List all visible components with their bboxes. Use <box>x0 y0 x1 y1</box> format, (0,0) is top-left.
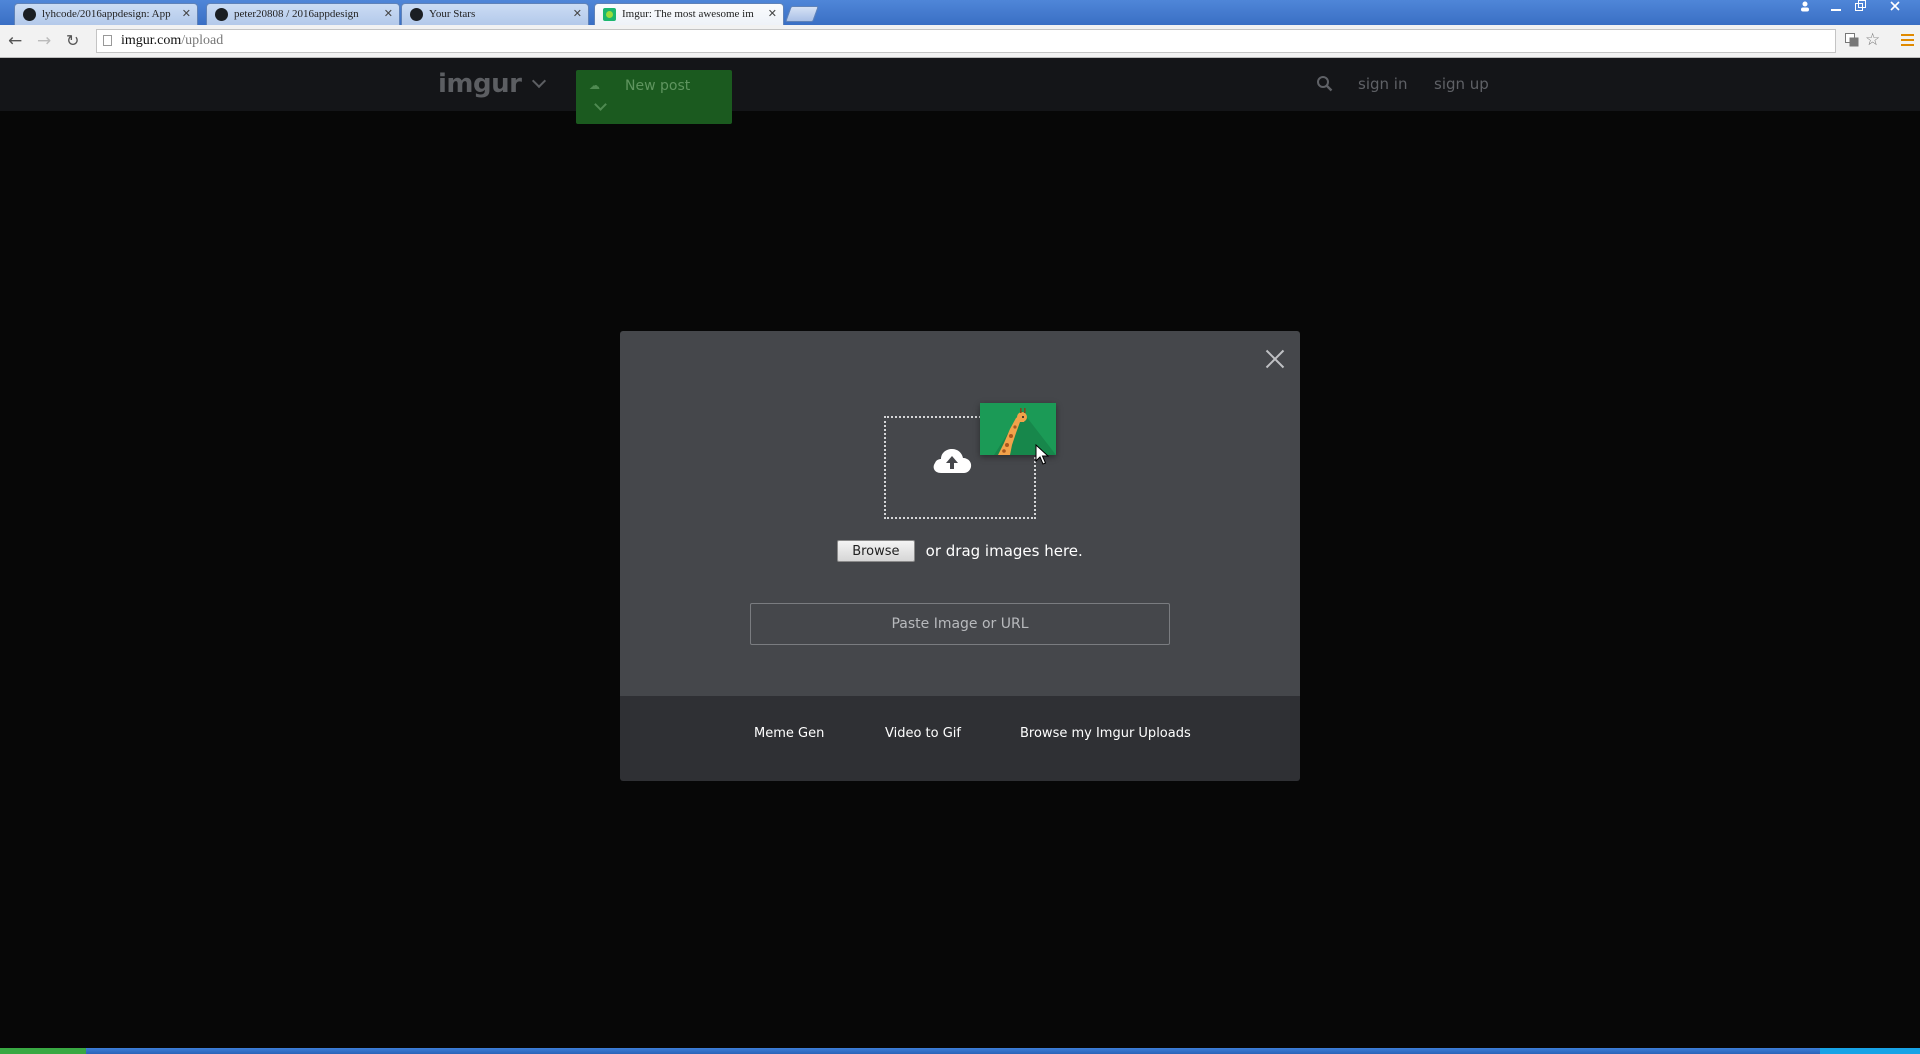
upload-modal-footer: Meme Gen Video to Gif Browse my Imgur Up… <box>620 696 1300 781</box>
system-tray <box>1820 1048 1920 1054</box>
start-button[interactable] <box>0 1048 86 1054</box>
upload-cloud-icon <box>933 449 972 473</box>
tab-close-icon[interactable]: ✕ <box>768 7 777 20</box>
meme-gen-link[interactable]: Meme Gen <box>754 726 824 741</box>
address-bar[interactable]: imgur.com/upload <box>96 29 1836 53</box>
tab-imgur[interactable]: Imgur: The most awesome im ✕ <box>594 3 784 25</box>
reload-icon[interactable]: ↻ <box>66 31 79 50</box>
tab-title: lyhcode/2016appdesign: App <box>42 8 171 20</box>
chrome-menu-icon[interactable] <box>1901 34 1914 46</box>
tab-close-icon[interactable]: ✕ <box>182 7 191 20</box>
new-post-label: New post <box>625 78 691 94</box>
search-icon[interactable] <box>1316 75 1333 92</box>
drag-hint-text: or drag images here. <box>925 542 1083 560</box>
tab-title: peter20808 / 2016appdesign <box>234 8 359 20</box>
tab-close-icon[interactable]: ✕ <box>573 7 582 20</box>
tab-title: Imgur: The most awesome im <box>622 8 754 20</box>
chevron-down-icon[interactable] <box>594 98 607 111</box>
sign-in-link[interactable]: sign in <box>1358 75 1407 93</box>
upload-cloud-icon: ☁ <box>589 79 600 92</box>
tab-your-stars[interactable]: Your Stars ✕ <box>401 3 589 25</box>
browse-uploads-link[interactable]: Browse my Imgur Uploads <box>1020 726 1191 741</box>
bookmark-star-icon[interactable]: ☆ <box>1865 30 1880 50</box>
tab-title: Your Stars <box>429 8 476 20</box>
video-to-gif-link[interactable]: Video to Gif <box>885 726 961 741</box>
upload-modal-body: Browse or drag images here. Paste Image … <box>620 331 1300 696</box>
new-tab-button[interactable] <box>785 6 819 22</box>
tab-peter-repo[interactable]: peter20808 / 2016appdesign ✕ <box>206 3 400 25</box>
new-post-button[interactable]: ☁ New post <box>576 70 732 124</box>
tab-lyhcode-repo[interactable]: lyhcode/2016appdesign: App ✕ <box>14 3 198 25</box>
github-icon <box>410 8 423 21</box>
translate-icon[interactable] <box>1845 33 1859 51</box>
upload-modal: Browse or drag images here. Paste Image … <box>620 331 1300 781</box>
imgur-logo[interactable]: imgur <box>438 69 522 99</box>
page-icon <box>103 35 112 46</box>
back-arrow-icon[interactable]: ← <box>8 31 22 51</box>
browse-row: Browse or drag images here. <box>620 540 1300 562</box>
close-icon[interactable] <box>1265 349 1285 369</box>
mouse-cursor-icon <box>1035 444 1049 465</box>
close-window-icon[interactable] <box>1884 0 1906 18</box>
address-url: imgur.com/upload <box>121 33 224 48</box>
browser-toolbar: ← → ↻ imgur.com/upload ☆ <box>0 25 1920 58</box>
browser-tabstrip: lyhcode/2016appdesign: App ✕ peter20808 … <box>0 0 1920 25</box>
user-profile-icon[interactable] <box>1795 0 1815 18</box>
forward-arrow-icon[interactable]: → <box>37 31 51 51</box>
imgur-icon <box>603 8 616 21</box>
minimize-window-icon[interactable] <box>1825 0 1847 18</box>
github-icon <box>23 8 36 21</box>
paste-url-input[interactable]: Paste Image or URL <box>750 603 1170 645</box>
restore-window-icon[interactable] <box>1849 0 1871 18</box>
browse-button[interactable]: Browse <box>837 540 915 562</box>
site-header: imgur ☁ New post sign in sign up <box>0 58 1920 124</box>
sign-up-link[interactable]: sign up <box>1434 75 1489 93</box>
github-icon <box>215 8 228 21</box>
tab-close-icon[interactable]: ✕ <box>384 7 393 20</box>
os-taskbar <box>0 1048 1920 1054</box>
chevron-down-icon[interactable] <box>531 73 547 89</box>
